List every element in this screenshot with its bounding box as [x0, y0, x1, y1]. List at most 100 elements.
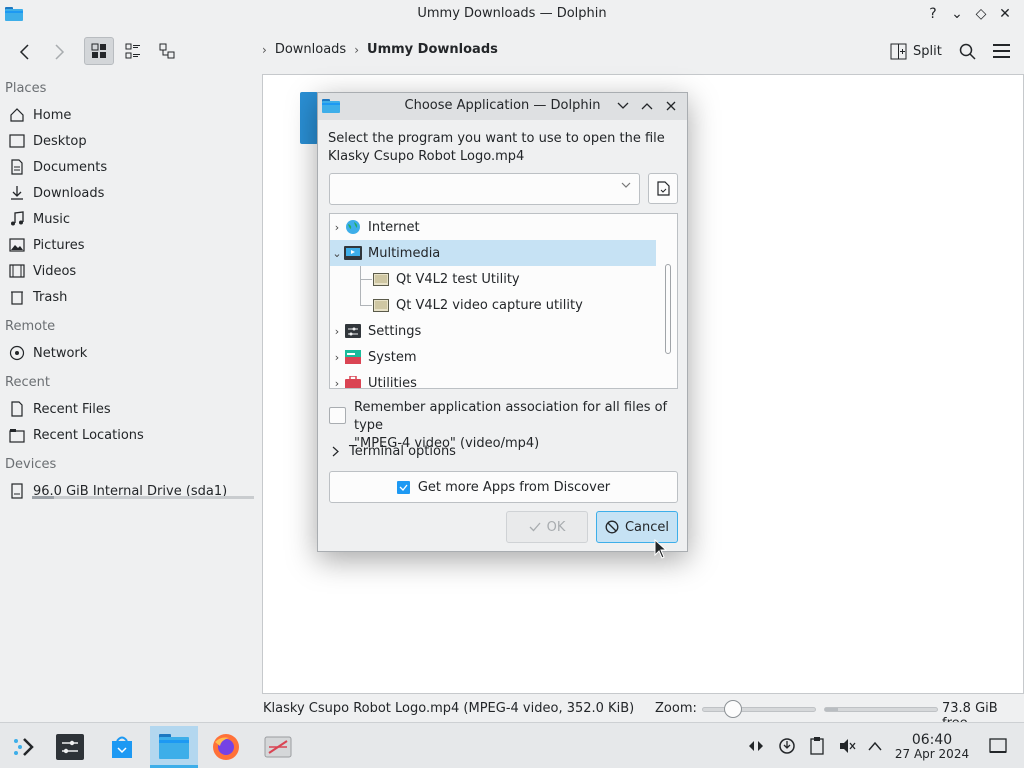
- devices-header: Devices: [5, 457, 57, 472]
- icons-view-button[interactable]: [84, 37, 114, 65]
- task-kdenlive[interactable]: [254, 726, 302, 768]
- hamburger-menu-button[interactable]: [989, 39, 1013, 63]
- zoom-slider-track[interactable]: [702, 707, 816, 712]
- grid-icon: [91, 43, 106, 58]
- maximize-button[interactable]: ◇: [972, 4, 990, 24]
- free-space-bar: [824, 707, 938, 712]
- sidebar-item-label: Desktop: [33, 133, 87, 149]
- tray-expand-icon[interactable]: [864, 735, 886, 757]
- zoom-slider-handle[interactable]: [724, 700, 742, 718]
- chevron-down-icon[interactable]: ⌄: [330, 247, 344, 260]
- application-tree[interactable]: › Internet ⌄ Multimedia Qt V4L2 test Uti…: [329, 213, 678, 389]
- tree-item-multimedia[interactable]: ⌄ Multimedia: [330, 240, 656, 266]
- task-firefox[interactable]: [202, 726, 250, 768]
- tree-item-qt-v4l2-test[interactable]: Qt V4L2 test Utility: [372, 266, 656, 292]
- task-dolphin[interactable]: [150, 726, 198, 768]
- taskbar: 06:40 27 Apr 2024: [0, 722, 1024, 768]
- show-desktop-icon[interactable]: [987, 735, 1009, 757]
- sidebar-item-label: Trash: [33, 289, 68, 305]
- chevron-down-icon: [617, 102, 629, 109]
- chevron-right-icon[interactable]: ›: [330, 377, 344, 389]
- breadcrumb: › Downloads › Ummy Downloads: [262, 42, 498, 57]
- checkmark-icon: [529, 522, 541, 532]
- breadcrumb-ummy-downloads[interactable]: Ummy Downloads: [367, 42, 498, 57]
- application-launcher[interactable]: [0, 726, 48, 768]
- split-label: Split: [913, 43, 942, 59]
- hamburger-menu-icon: [992, 44, 1010, 58]
- split-button[interactable]: Split: [890, 39, 942, 63]
- window-title: Ummy Downloads — Dolphin: [417, 6, 607, 21]
- breadcrumb-downloads[interactable]: Downloads: [275, 42, 346, 57]
- chevron-down-icon: [621, 182, 631, 188]
- tree-item-label: System: [368, 349, 417, 365]
- chevron-right-icon[interactable]: ›: [330, 325, 344, 338]
- task-system-settings[interactable]: [46, 726, 94, 768]
- home-icon: [8, 107, 25, 124]
- chevron-right-icon[interactable]: ›: [330, 221, 344, 234]
- video-file-icon[interactable]: [300, 92, 318, 144]
- forward-button[interactable]: [46, 39, 72, 65]
- dialog-minimize-button[interactable]: [614, 97, 632, 115]
- sidebar-item-network[interactable]: Network: [0, 340, 262, 366]
- sidebar-item-label: Documents: [33, 159, 108, 175]
- volume-muted-icon[interactable]: [836, 735, 858, 757]
- details-view-button[interactable]: [152, 37, 182, 65]
- tree-item-utilities[interactable]: › Utilities: [330, 370, 656, 389]
- dialog-close-button[interactable]: [662, 97, 680, 115]
- task-discover[interactable]: [98, 726, 146, 768]
- sidebar-item-pictures[interactable]: Pictures: [0, 232, 262, 258]
- sidebar-item-label: Home: [33, 107, 72, 123]
- dialog-titlebar: Choose Application — Dolphin: [318, 93, 687, 120]
- dialog-maximize-button[interactable]: [638, 97, 656, 115]
- dialog-prompt: Select the program you want to use to op…: [328, 130, 678, 166]
- desktop-icon: [8, 133, 25, 150]
- clock[interactable]: 06:40 27 Apr 2024: [890, 732, 974, 761]
- minimize-button[interactable]: ⌄: [948, 4, 966, 24]
- sidebar-item-music[interactable]: Music: [0, 206, 262, 232]
- status-bar: Klasky Csupo Robot Logo.mp4 (MPEG-4 vide…: [0, 694, 1024, 731]
- sidebar-item-recent-files[interactable]: Recent Files: [0, 396, 262, 422]
- remember-checkbox[interactable]: [329, 407, 346, 424]
- application-combo-input[interactable]: [329, 173, 640, 205]
- sidebar-item-trash[interactable]: Trash: [0, 284, 262, 310]
- tree-scrollbar[interactable]: [665, 264, 671, 354]
- compact-view-button[interactable]: [118, 37, 148, 65]
- browse-button[interactable]: [648, 173, 678, 204]
- tree-item-internet[interactable]: › Internet: [330, 214, 656, 240]
- tray-connect-icon[interactable]: [745, 735, 767, 757]
- tree-view-icon: [159, 43, 175, 59]
- discover-icon: [396, 480, 410, 494]
- tree-item-settings[interactable]: › Settings: [330, 318, 656, 344]
- search-button[interactable]: [955, 39, 979, 63]
- tree-item-system[interactable]: › System: [330, 344, 656, 370]
- terminal-options-toggle[interactable]: Terminal options: [332, 444, 456, 459]
- sidebar-item-internal-drive[interactable]: 96.0 GiB Internal Drive (sda1): [0, 478, 262, 504]
- remember-label: Remember application association for all…: [354, 400, 668, 433]
- ok-button[interactable]: OK: [506, 511, 588, 543]
- tree-item-qt-v4l2-capture[interactable]: Qt V4L2 video capture utility: [372, 292, 656, 318]
- sidebar-item-label: Network: [33, 345, 88, 361]
- chevron-right-icon[interactable]: ›: [330, 351, 344, 364]
- close-button[interactable]: ✕: [996, 4, 1014, 24]
- trash-icon: [8, 289, 25, 306]
- drive-icon: [8, 483, 25, 500]
- sidebar-item-label: Recent Files: [33, 401, 111, 417]
- sidebar-item-desktop[interactable]: Desktop: [0, 128, 262, 154]
- sidebar-item-recent-locations[interactable]: Recent Locations: [0, 422, 262, 448]
- sidebar-item-downloads[interactable]: Downloads: [0, 180, 262, 206]
- sidebar-item-videos[interactable]: Videos: [0, 258, 262, 284]
- application-icon: [372, 297, 390, 313]
- settings-icon: [344, 323, 362, 339]
- remote-header: Remote: [5, 319, 56, 334]
- tray-clipboard-icon[interactable]: [806, 735, 828, 757]
- utilities-icon: [344, 375, 362, 388]
- get-more-apps-button[interactable]: Get more Apps from Discover: [329, 471, 678, 503]
- sidebar-item-documents[interactable]: Documents: [0, 154, 262, 180]
- help-button[interactable]: ?: [924, 4, 942, 24]
- back-button[interactable]: [12, 39, 38, 65]
- internet-icon: [344, 219, 362, 235]
- tray-updates-icon[interactable]: [776, 735, 798, 757]
- recent-locations-icon: [8, 427, 25, 444]
- sidebar-item-home[interactable]: Home: [0, 102, 262, 128]
- chevron-up-icon: [641, 103, 653, 110]
